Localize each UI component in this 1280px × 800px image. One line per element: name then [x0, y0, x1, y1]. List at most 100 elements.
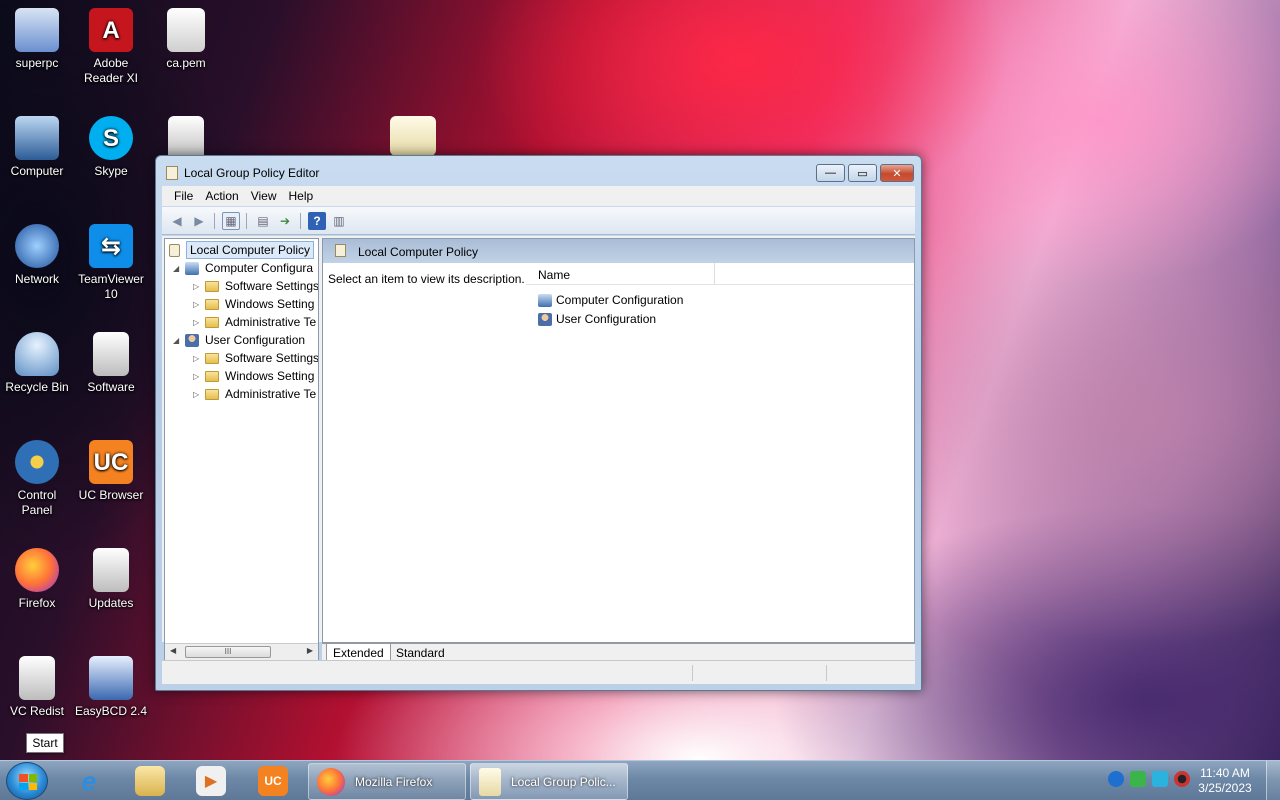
status-divider: [692, 665, 693, 681]
taskbar-item-firefox[interactable]: Mozilla Firefox: [308, 763, 466, 800]
back-icon[interactable]: ◀: [168, 212, 186, 230]
tree-item-software-settings[interactable]: ▷ Software Settings: [193, 349, 318, 367]
tree-item-label: Software Settings: [225, 279, 319, 293]
scroll-left-icon[interactable]: ◀: [170, 646, 176, 655]
system-tray: [1108, 771, 1190, 787]
properties-icon[interactable]: ▤: [254, 212, 272, 230]
maximize-button[interactable]: ▭: [848, 164, 877, 182]
help-icon[interactable]: ?: [308, 212, 326, 230]
tree-item-administrative-templates[interactable]: ▷ Administrative Te: [193, 385, 316, 403]
adobe-reader-icon: A: [89, 8, 133, 52]
filter-icon[interactable]: ▥: [330, 212, 348, 230]
list-item-user-configuration[interactable]: User Configuration: [538, 310, 656, 328]
folder-icon: [205, 388, 219, 400]
desktop-icon-ca-pem[interactable]: ca.pem: [149, 8, 223, 71]
export-list-icon[interactable]: ➔: [276, 212, 294, 230]
user-folder-icon: [15, 8, 59, 52]
menu-action[interactable]: Action: [199, 186, 244, 206]
computer-config-icon: [538, 293, 552, 307]
forward-icon[interactable]: ▶: [190, 212, 208, 230]
tree-item-local-computer-policy[interactable]: Local Computer Policy: [169, 241, 315, 259]
collapsed-arrow-icon[interactable]: ▷: [193, 372, 205, 381]
pinned-file-explorer[interactable]: [125, 764, 175, 798]
pinned-uc-browser[interactable]: UC: [248, 764, 298, 798]
scroll-right-icon[interactable]: ▶: [307, 646, 313, 655]
minimize-button[interactable]: —: [816, 164, 845, 182]
collapsed-arrow-icon[interactable]: ▷: [193, 390, 205, 399]
clock[interactable]: 11:40 AM 3/25/2023: [1194, 766, 1256, 796]
tree-item-user-configuration[interactable]: ◢ User Configuration: [173, 331, 305, 349]
menu-view[interactable]: View: [245, 186, 283, 206]
user-config-icon: [538, 312, 552, 326]
desktop-icon-computer[interactable]: Computer: [0, 116, 74, 179]
desktop-icon-label: UC Browser: [78, 488, 144, 502]
show-desktop-button[interactable]: [1266, 761, 1280, 800]
desktop-icon-skype[interactable]: S Skype: [74, 116, 148, 179]
tree-item-administrative-templates[interactable]: ▷ Administrative Te: [193, 313, 316, 331]
desktop-icon-vc-redist[interactable]: VC Redist: [0, 656, 74, 719]
desktop-icon-label: EasyBCD 2.4: [74, 704, 148, 718]
pinned-media-player[interactable]: ▶: [186, 764, 236, 798]
tree-item-label: Local Computer Policy: [186, 241, 315, 259]
uc-browser-icon: UC: [258, 766, 288, 796]
collapsed-arrow-icon[interactable]: ▷: [193, 282, 205, 291]
user-config-icon: [185, 333, 199, 347]
tree-item-label: Windows Setting: [225, 369, 315, 383]
view-tabs: Extended Standard: [322, 643, 915, 662]
expanded-arrow-icon[interactable]: ◢: [173, 264, 185, 273]
network-tray-icon[interactable]: [1130, 771, 1146, 787]
menu-file[interactable]: File: [168, 186, 199, 206]
collapsed-arrow-icon[interactable]: ▷: [193, 300, 205, 309]
desktop-icon-control-panel[interactable]: Control Panel: [0, 440, 74, 518]
desktop-icon-teamviewer[interactable]: ⇆ TeamViewer 10: [74, 224, 148, 302]
content-area: Local Computer Policy ◢ Computer Configu…: [162, 236, 915, 662]
desktop-icon-label: Updates: [88, 596, 134, 610]
start-tooltip: Start: [26, 733, 64, 753]
menu-help[interactable]: Help: [283, 186, 320, 206]
collapsed-arrow-icon[interactable]: ▷: [193, 318, 205, 327]
action-center-tray-icon[interactable]: [1152, 771, 1168, 787]
horizontal-scrollbar[interactable]: ◀ III ▶: [165, 643, 318, 660]
expanded-arrow-icon[interactable]: ◢: [173, 336, 185, 345]
toolbar-separator: [246, 213, 247, 229]
desktop-icon-certificate[interactable]: [376, 116, 450, 160]
desktop-icon-label: Computer: [10, 164, 64, 178]
desktop-icon-recycle-bin[interactable]: Recycle Bin: [0, 332, 74, 395]
desktop-icon-label: VC Redist: [9, 704, 65, 718]
scrollbar-thumb[interactable]: III: [185, 646, 271, 658]
tree-item-computer-configuration[interactable]: ◢ Computer Configura: [173, 259, 313, 277]
policy-icon: [166, 166, 178, 180]
column-header: Name: [526, 263, 914, 285]
taskbar-item-label: Mozilla Firefox: [355, 774, 433, 789]
tree-item-windows-settings[interactable]: ▷ Windows Setting: [193, 295, 314, 313]
volume-tray-icon[interactable]: [1174, 771, 1190, 787]
teamviewer-tray-icon[interactable]: [1108, 771, 1124, 787]
desktop-icon-label: superpc: [15, 56, 59, 70]
folder-icon: [19, 656, 55, 700]
list-item-computer-configuration[interactable]: Computer Configuration: [538, 291, 683, 309]
desktop-icon-firefox[interactable]: Firefox: [0, 548, 74, 611]
desktop-icon-superpc[interactable]: superpc: [0, 8, 74, 71]
certificate-file-icon: [390, 116, 436, 156]
desktop-icon-network[interactable]: Network: [0, 224, 74, 287]
show-hide-tree-icon[interactable]: ▦: [222, 212, 240, 230]
desktop-icon-adobe-reader[interactable]: A Adobe Reader XI: [74, 8, 148, 86]
column-divider[interactable]: [714, 263, 715, 285]
folder-icon: [205, 280, 219, 292]
desktop-icon-software[interactable]: Software: [74, 332, 148, 395]
pinned-internet-explorer[interactable]: e: [64, 764, 114, 798]
close-button[interactable]: ✕: [880, 164, 914, 182]
desktop-icon-label: Control Panel: [17, 488, 57, 517]
tree-item-windows-settings[interactable]: ▷ Windows Setting: [193, 367, 314, 385]
collapsed-arrow-icon[interactable]: ▷: [193, 354, 205, 363]
internet-explorer-icon: e: [81, 765, 97, 796]
desktop-icon-updates[interactable]: Updates: [74, 548, 148, 611]
taskbar-item-group-policy[interactable]: Local Group Polic...: [470, 763, 628, 800]
start-button[interactable]: [6, 762, 48, 800]
tree-item-software-settings[interactable]: ▷ Software Settings: [193, 277, 319, 295]
desktop-icon-uc-browser[interactable]: UC UC Browser: [74, 440, 148, 503]
desktop-icon-easybcd[interactable]: EasyBCD 2.4: [74, 656, 148, 719]
title-bar[interactable]: Local Group Policy Editor — ▭ ✕: [156, 156, 921, 188]
tree-item-label: User Configuration: [205, 333, 306, 347]
column-name[interactable]: Name: [538, 268, 570, 282]
